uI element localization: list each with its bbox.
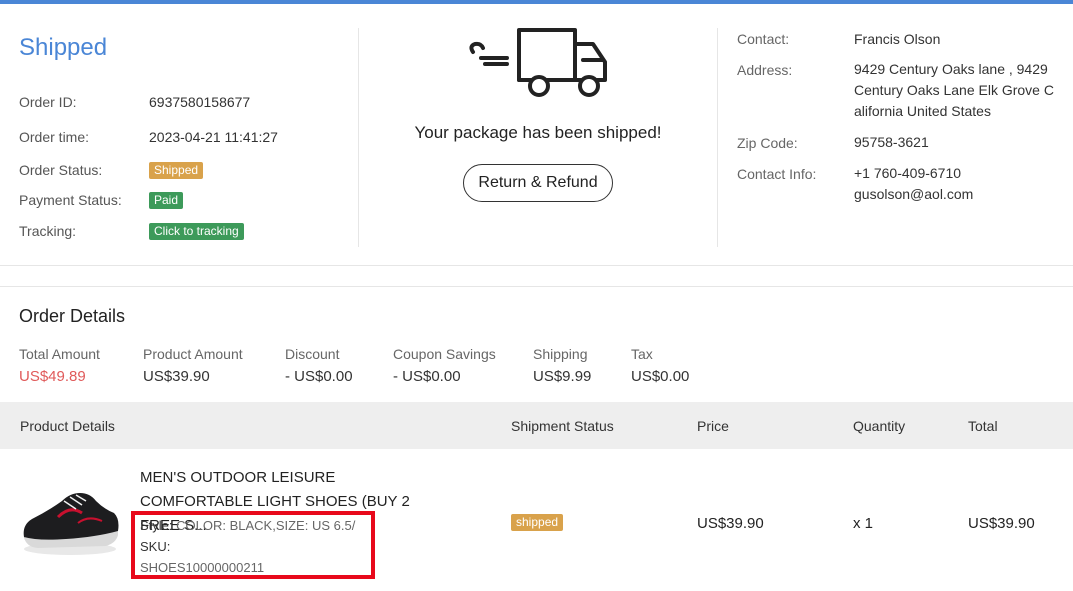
product-thumbnail[interactable]: [18, 479, 122, 559]
contact-label: Contact:: [737, 31, 790, 47]
phone-value: +1 760-409-6710: [854, 165, 962, 181]
shipping-label: Shipping: [533, 346, 588, 362]
discount-value: - US$0.00: [285, 368, 353, 385]
zip-code-label: Zip Code:: [737, 135, 798, 151]
column-divider: [717, 28, 718, 247]
header-shipment-status: Shipment Status: [511, 418, 614, 434]
product-amount-value: US$39.90: [143, 368, 210, 385]
order-time-row: Order time: 2023-04-21 11:41:27: [19, 127, 278, 147]
delivery-truck-icon: [469, 28, 607, 97]
header-price: Price: [697, 418, 729, 434]
order-time-label: Order time:: [19, 129, 90, 145]
order-time-value: 2023-04-21 11:41:27: [149, 129, 278, 145]
product-amount-label: Product Amount: [143, 346, 243, 362]
contact-name: Francis Olson: [854, 31, 941, 47]
section-gap: [0, 266, 1073, 287]
email-value: gusolson@aol.com: [854, 186, 974, 202]
return-refund-button[interactable]: Return & Refund: [463, 164, 613, 202]
price-value: US$39.90: [697, 515, 764, 532]
coupon-savings-value: - US$0.00: [393, 368, 461, 385]
order-id-label: Order ID:: [19, 94, 77, 110]
shipping: Shipping US$9.99: [533, 346, 591, 385]
shipped-message: Your package has been shipped!: [414, 123, 662, 142]
total-amount-value: US$49.89: [19, 368, 86, 385]
order-status-row: Order Status: Shipped: [19, 160, 204, 180]
order-info-column: Shipped Order ID: 6937580158677 Order ti…: [19, 4, 359, 265]
total-amount-label: Total Amount: [19, 346, 100, 362]
order-summary: Shipped Order ID: 6937580158677 Order ti…: [0, 4, 1073, 266]
tracking-label: Tracking:: [19, 223, 77, 239]
shipping-value: US$9.99: [533, 368, 592, 385]
discount-label: Discount: [285, 346, 340, 362]
header-quantity: Quantity: [853, 418, 906, 434]
address-label: Address:: [737, 62, 793, 78]
payment-status-row: Payment Status: Paid: [19, 190, 184, 210]
shipment-status-badge: shipped: [511, 514, 564, 531]
products-table-header: Product Details Shipment Status Price Qu…: [0, 402, 1073, 449]
total-value: US$39.90: [968, 515, 1035, 532]
quantity-value: x 1: [853, 515, 874, 532]
tracking-row: Tracking: Click to tracking: [19, 221, 244, 241]
order-details-title: Order Details: [19, 306, 126, 326]
header-total: Total: [968, 418, 998, 434]
order-status-badge: Shipped: [149, 161, 204, 179]
table-row: MEN'S OUTDOOR LEISURE COMFORTABLE LIGHT …: [0, 449, 1073, 591]
header-product-details: Product Details: [20, 418, 115, 434]
zip-code-value: 95758-3621: [854, 134, 929, 150]
contact-info-label: Contact Info:: [737, 166, 817, 182]
address-value: 9429 Century Oaks lane , 9429 Century Oa…: [854, 61, 1054, 119]
shipment-status-column: Your package has been shipped! Return & …: [359, 4, 717, 265]
coupon-savings-label: Coupon Savings: [393, 346, 496, 362]
total-amount: Total Amount US$49.89: [19, 346, 100, 385]
coupon-savings: Coupon Savings - US$0.00: [393, 346, 496, 385]
order-status-title: Shipped: [19, 34, 108, 61]
contact-column: Contact: Francis Olson Address: 9429 Cen…: [737, 4, 1073, 265]
tax-label: Tax: [631, 346, 653, 362]
payment-status-badge: Paid: [149, 191, 184, 209]
highlight-box: [131, 511, 375, 579]
tax-value: US$0.00: [631, 368, 690, 385]
tracking-button[interactable]: Click to tracking: [149, 222, 244, 240]
tax: Tax US$0.00: [631, 346, 689, 385]
order-status-label: Order Status:: [19, 162, 103, 178]
product-amount: Product Amount US$39.90: [143, 346, 243, 385]
discount: Discount - US$0.00: [285, 346, 353, 385]
payment-status-label: Payment Status:: [19, 192, 122, 208]
order-id-row: Order ID: 6937580158677: [19, 92, 250, 112]
order-id-value: 6937580158677: [149, 94, 251, 110]
